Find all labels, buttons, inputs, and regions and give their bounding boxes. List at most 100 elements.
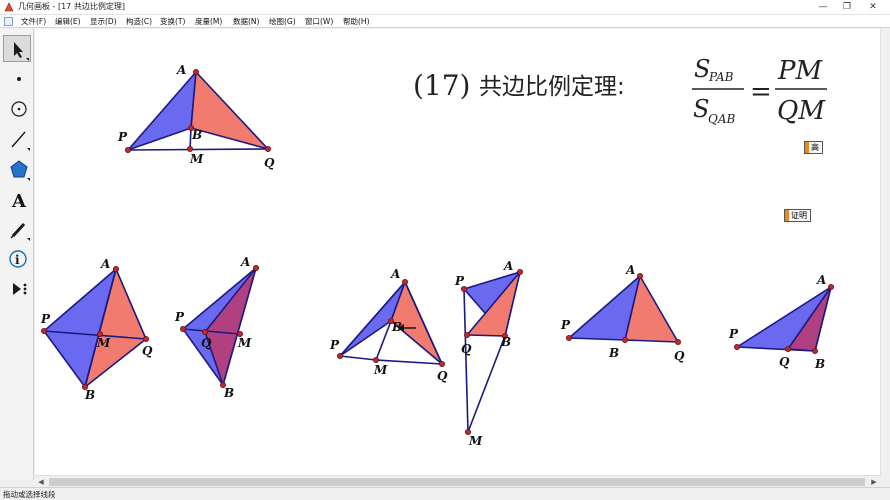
point-q[interactable] (438, 360, 445, 367)
polygon-tool[interactable] (3, 155, 31, 182)
text-tool[interactable]: A (3, 185, 31, 212)
point-q[interactable] (785, 345, 792, 352)
point-p[interactable] (336, 352, 343, 359)
menu-display[interactable]: 显示(D) (90, 16, 117, 27)
marker-tool-icon (10, 222, 30, 241)
figure-convex-quad[interactable] (41, 265, 150, 390)
label-b: B (608, 346, 619, 360)
point-b[interactable] (812, 347, 819, 354)
point-tool-icon (17, 77, 21, 81)
label-m: M (373, 363, 388, 377)
arrow-select-tool[interactable] (3, 35, 31, 62)
menu-graph[interactable]: 绘图(G) (269, 16, 296, 27)
label-q: Q (264, 156, 275, 170)
point-q[interactable] (143, 335, 150, 342)
point-q[interactable] (463, 331, 470, 338)
label-p: P (560, 318, 571, 332)
point-a[interactable] (637, 272, 644, 279)
label-a: A (503, 259, 513, 273)
label-b: B (500, 335, 511, 349)
label-a: A (100, 257, 110, 271)
figure-b-inside[interactable] (336, 278, 445, 367)
point-a[interactable] (113, 265, 120, 272)
label-m: M (237, 336, 252, 350)
point-a[interactable] (516, 268, 523, 275)
figure-overlap-kite[interactable] (179, 264, 259, 388)
segment-pm[interactable] (463, 288, 469, 433)
point-q[interactable] (264, 146, 271, 153)
status-bar: 拖动或选择线段 (0, 487, 890, 500)
triangle-qab[interactable] (190, 71, 269, 150)
point-m[interactable] (186, 146, 193, 153)
restore-button[interactable]: ❐ (836, 0, 858, 14)
polygon-tool-icon (10, 160, 30, 181)
figure-b-on-pq[interactable] (566, 272, 682, 345)
marker-tool[interactable] (3, 215, 31, 242)
label-q: Q (779, 355, 790, 369)
label-m: M (189, 152, 204, 166)
point-p[interactable] (125, 147, 132, 154)
label-m: M (468, 434, 483, 448)
label-p: P (329, 338, 340, 352)
menu-edit[interactable]: 编辑(E) (55, 16, 81, 27)
label-b: B (84, 388, 95, 402)
menu-measure[interactable]: 度量(M) (195, 16, 222, 27)
line-tool-icon (11, 131, 30, 151)
label-m: M (96, 336, 111, 350)
point-m[interactable] (372, 356, 379, 363)
label-a: A (625, 263, 635, 277)
point-b[interactable] (622, 336, 629, 343)
point-q[interactable] (201, 328, 208, 335)
compass-tool[interactable] (3, 95, 31, 122)
point-a[interactable] (401, 278, 408, 285)
point-tool[interactable] (3, 65, 31, 92)
point-a[interactable] (828, 283, 835, 290)
triangle-pab[interactable] (127, 71, 197, 151)
label-q: Q (201, 336, 212, 350)
point-q[interactable] (675, 338, 682, 345)
app-window: 几何画板 - [17 共边比例定理] — ❐ ✕ 文件(F) 编辑(E) 显示(… (0, 0, 890, 500)
minimize-button[interactable]: — (812, 0, 834, 14)
segment-bm[interactable] (467, 335, 506, 433)
label-b: B (191, 128, 202, 142)
segment-pq[interactable] (127, 148, 269, 151)
label-p: P (454, 274, 465, 288)
point-p[interactable] (566, 334, 573, 341)
point-a[interactable] (192, 69, 199, 76)
vertical-scrollbar[interactable] (880, 29, 890, 475)
menu-construct[interactable]: 构造(C) (126, 16, 152, 27)
label-p: P (40, 312, 51, 326)
figure-q-between[interactable] (734, 283, 835, 354)
label-q: Q (461, 342, 472, 356)
menu-bar: 文件(F) 编辑(E) 显示(D) 构造(C) 变换(T) 度量(M) 数据(N… (0, 15, 890, 28)
point-p[interactable] (179, 325, 186, 332)
close-button[interactable]: ✕ (862, 0, 884, 14)
sketch-canvas[interactable]: (17) 共边比例定理: S PAB S QAB = PM QM 高 证明 A … (35, 29, 890, 475)
scroll-thumb[interactable] (49, 478, 865, 486)
menu-window[interactable]: 窗口(W) (305, 16, 333, 27)
menu-help[interactable]: 帮助(H) (343, 16, 370, 27)
menu-data[interactable]: 数据(N) (233, 16, 259, 27)
arrow-select-icon (14, 42, 29, 61)
menu-file[interactable]: 文件(F) (21, 16, 46, 27)
compass-tool-icon (11, 101, 27, 117)
label-b: B (814, 357, 825, 371)
point-p[interactable] (734, 343, 741, 350)
window-title: 几何画板 - [17 共边比例定理] (18, 2, 125, 11)
point-p[interactable] (41, 327, 47, 334)
segment-bm[interactable] (189, 127, 192, 150)
label-a: A (390, 267, 400, 281)
menu-transform[interactable]: 变换(T) (160, 16, 185, 27)
custom-tool[interactable] (3, 275, 31, 302)
label-q: Q (142, 344, 153, 358)
point-a[interactable] (252, 264, 259, 271)
label-q: Q (437, 369, 448, 383)
label-p: P (174, 310, 185, 324)
horizontal-scrollbar[interactable]: ◀ ▶ (35, 475, 880, 487)
custom-tool-icon (13, 283, 27, 295)
document-icon[interactable] (4, 17, 13, 26)
line-tool[interactable] (3, 125, 31, 152)
information-tool[interactable]: i (3, 245, 31, 272)
label-q: Q (674, 349, 685, 363)
app-logo-icon (4, 2, 14, 12)
